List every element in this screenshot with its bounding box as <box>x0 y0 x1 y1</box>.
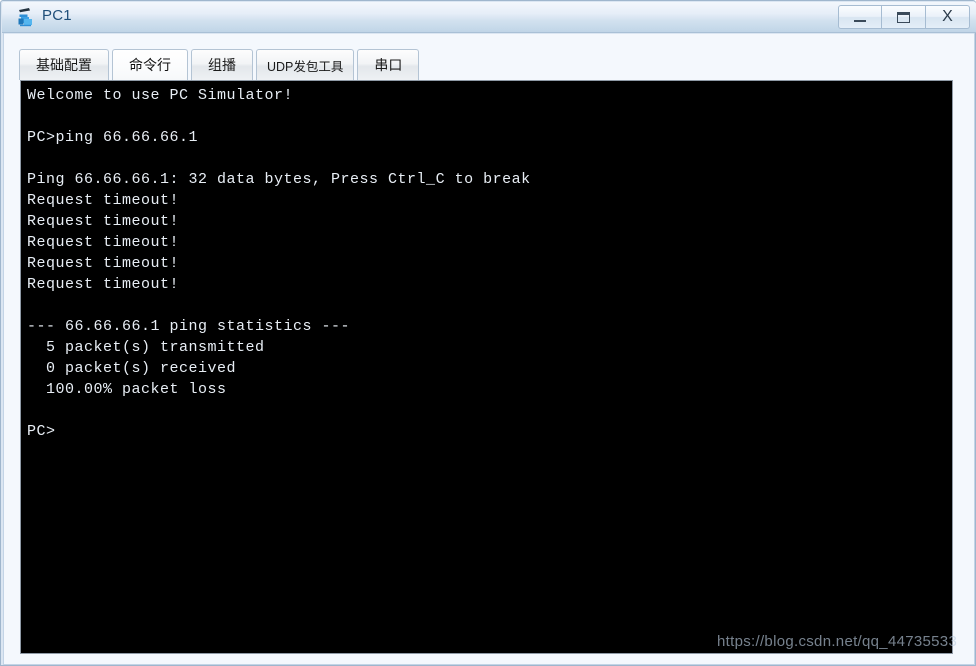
maximize-button[interactable] <box>882 5 926 29</box>
tab-command-line[interactable]: 命令行 <box>112 49 188 80</box>
tab-label: 串口 <box>374 57 403 73</box>
window-title: PC1 <box>42 7 72 24</box>
close-button[interactable]: X <box>926 5 970 29</box>
tab-label: 组播 <box>208 57 236 73</box>
tab-udp-tool[interactable]: UDP发包工具 <box>256 49 355 80</box>
terminal-output[interactable]: Welcome to use PC Simulator! PC>ping 66.… <box>21 81 952 653</box>
tab-bar: 基础配置 命令行 组播 UDP发包工具 串口 <box>19 47 422 80</box>
tab-label: 基础配置 <box>36 57 92 73</box>
window-titlebar[interactable]: PC1 X <box>2 2 976 33</box>
close-icon: X <box>942 8 953 25</box>
tab-basic-config[interactable]: 基础配置 <box>19 49 109 80</box>
maximize-icon <box>897 11 910 23</box>
tab-label: UDP发包工具 <box>267 59 344 74</box>
minimize-button[interactable] <box>838 5 882 29</box>
window-content: 基础配置 命令行 组播 UDP发包工具 串口 Welcome to use PC… <box>4 34 974 664</box>
pc1-window: PC1 X 基础配置 命令行 组播 UDP发包工具 串口 Welcome to … <box>0 0 976 666</box>
tab-label: 命令行 <box>129 57 171 73</box>
minimize-icon <box>854 20 866 22</box>
terminal-panel[interactable]: Welcome to use PC Simulator! PC>ping 66.… <box>20 80 953 654</box>
tab-serial-port[interactable]: 串口 <box>357 49 420 80</box>
pc-simulator-icon <box>16 6 38 28</box>
window-controls: X <box>838 5 970 29</box>
tab-multicast[interactable]: 组播 <box>191 49 253 80</box>
